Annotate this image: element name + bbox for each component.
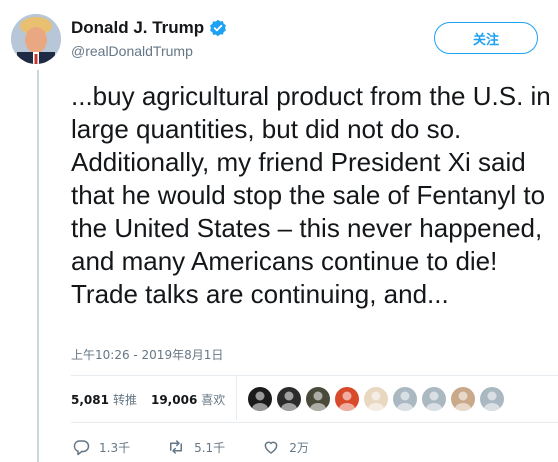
author-handle[interactable]: @realDonaldTrump — [71, 43, 193, 59]
divider — [71, 375, 558, 376]
like-count[interactable]: 19,006 — [151, 393, 197, 407]
stats-separator — [236, 376, 237, 420]
liker-avatar[interactable] — [451, 387, 475, 411]
divider — [71, 422, 558, 423]
reply-icon — [73, 440, 90, 456]
retweet-button[interactable]: 5.1千 — [166, 438, 225, 456]
like-label[interactable]: 喜欢 — [201, 391, 225, 408]
follow-button[interactable]: 关注 — [434, 22, 538, 54]
retweet-icon — [170, 440, 183, 454]
liker-avatar[interactable] — [422, 387, 446, 411]
liker-avatar[interactable] — [335, 387, 359, 411]
liker-avatar[interactable] — [364, 387, 388, 411]
liker-avatar[interactable] — [393, 387, 417, 411]
retweet-count[interactable]: 5,081 — [71, 393, 109, 407]
liker-avatar[interactable] — [306, 387, 330, 411]
like-action-count: 2万 — [289, 440, 309, 455]
author-row: Donald J. Trump — [71, 18, 227, 38]
tweet-actions: 1.3千 5.1千 2万 — [71, 438, 345, 456]
reply-count: 1.3千 — [99, 440, 131, 455]
tweet-text: ...buy agricultural product from the U.S… — [71, 81, 551, 309]
retweet-action-count: 5.1千 — [194, 440, 226, 455]
tweet-timestamp[interactable]: 上午10:26 - 2019年8月1日 — [71, 346, 223, 363]
engagement-stats: 5,081 转推 19,006 喜欢 — [71, 391, 239, 408]
thread-line — [37, 70, 39, 462]
heart-icon — [264, 441, 278, 454]
reply-button[interactable]: 1.3千 — [71, 438, 130, 456]
liker-avatars — [248, 387, 509, 411]
liker-avatar[interactable] — [480, 387, 504, 411]
display-name[interactable]: Donald J. Trump — [71, 18, 204, 38]
liker-avatar[interactable] — [277, 387, 301, 411]
like-button[interactable]: 2万 — [261, 438, 309, 456]
avatar[interactable] — [11, 14, 61, 64]
verified-badge-icon — [210, 19, 227, 37]
liker-avatar[interactable] — [248, 387, 272, 411]
retweet-label[interactable]: 转推 — [113, 391, 137, 408]
